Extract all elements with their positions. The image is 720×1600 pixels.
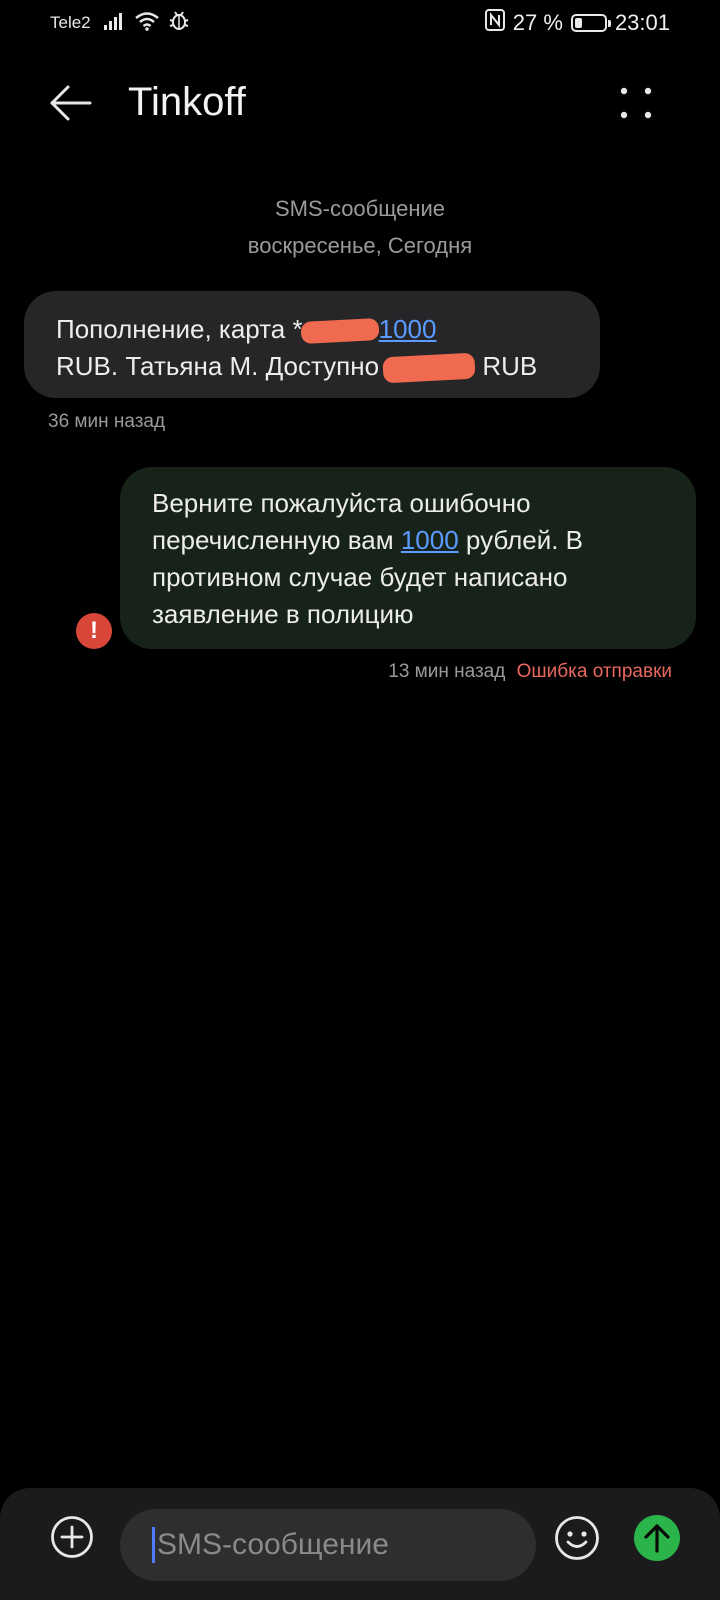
thread-date-header: SMS-сообщение воскресенье, Сегодня [0,190,720,264]
message-text: RUB. Татьяна М. Доступно [56,351,380,381]
battery-level [574,18,583,28]
message-text: RUB [475,351,538,381]
more-dots-icon [620,87,652,119]
clock: 23:01 [614,10,670,35]
attach-button[interactable] [50,1515,94,1559]
send-error-icon[interactable]: ! [76,613,112,649]
message-timestamp: 13 мин назад [388,661,506,682]
amount-link[interactable]: 1000 [379,314,437,344]
message-type-label: SMS-сообщение [274,196,446,221]
compose-bar: SMS-сообщение [0,1488,720,1600]
status-icons [104,10,190,37]
nfc-icon [484,9,505,37]
contact-title: Tinkoff [128,80,246,124]
outgoing-message-bubble[interactable]: Верните пожалуйста ошибочно перечисленну… [120,467,696,649]
outgoing-message-meta: 13 мин назад Ошибка отправки [388,661,672,683]
redaction-mark [300,318,380,345]
text-cursor [152,1527,155,1563]
send-error-label[interactable]: Ошибка отправки [517,661,672,682]
smiley-icon [555,1516,599,1560]
status-bar: Tele2 27 % 23:01 [0,0,720,46]
battery-percent: 27 % [512,10,563,35]
sms-input-placeholder: SMS-сообщение [157,1528,389,1561]
incoming-message-bubble[interactable]: Пополнение, карта * 1000 RUB. Татьяна М. … [24,291,600,398]
sms-input[interactable]: SMS-сообщение [120,1509,536,1581]
status-right: 27 % 23:01 [484,9,670,37]
bug-icon [168,10,190,37]
arrow-up-icon [644,1524,670,1553]
plus-circle-icon [51,1516,93,1558]
arrow-left-icon [50,85,92,121]
conversation-header: Tinkoff [0,60,720,146]
redaction-mark [382,352,476,384]
more-options-button[interactable] [610,77,662,129]
message-text: Пополнение, карта * [56,314,303,344]
message-line: Пополнение, карта * 1000 [56,311,570,348]
send-button[interactable] [634,1515,680,1561]
emoji-button[interactable] [554,1515,600,1561]
amount-link[interactable]: 1000 [401,525,459,555]
back-button[interactable] [44,77,96,129]
message-line: RUB. Татьяна М. Доступно RUB [56,348,570,385]
message-timestamp: 36 мин назад [48,411,166,432]
signal-icon [104,12,126,35]
wifi-icon [134,11,160,36]
battery-icon [570,14,611,32]
carrier-name: Tele2 [50,13,91,32]
date-label: воскресенье, Сегодня [247,233,473,258]
